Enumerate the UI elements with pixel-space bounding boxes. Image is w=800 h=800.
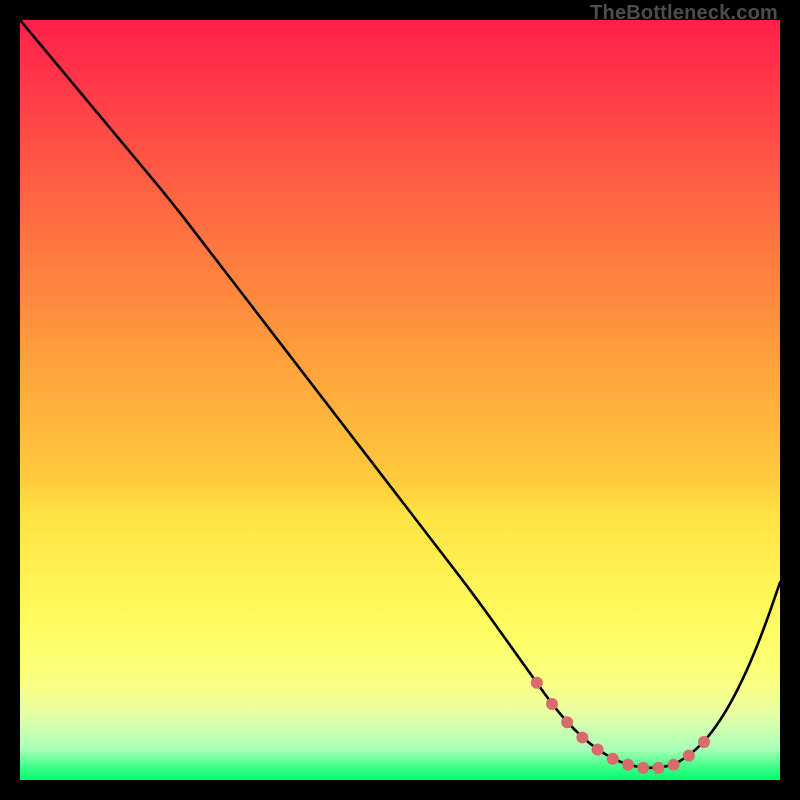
- watermark-text: TheBottleneck.com: [590, 2, 778, 25]
- highlight-dot: [698, 736, 710, 748]
- mask-bottom: [0, 780, 800, 800]
- mask-left: [0, 0, 20, 800]
- highlight-dot: [607, 753, 619, 765]
- highlight-dot: [546, 698, 558, 710]
- mask-right: [780, 0, 800, 800]
- curve-svg: [20, 20, 780, 780]
- highlight-dot: [592, 744, 604, 756]
- highlight-dot: [683, 750, 695, 762]
- highlight-dot: [637, 762, 649, 774]
- highlight-dot: [622, 759, 634, 771]
- highlight-dot: [576, 731, 588, 743]
- plot-area: [20, 20, 780, 780]
- highlight-dot: [561, 716, 573, 728]
- highlight-dot: [652, 762, 664, 774]
- highlight-dot: [531, 677, 543, 689]
- highlight-dot: [668, 759, 680, 771]
- chart-stage: TheBottleneck.com: [0, 0, 800, 800]
- bottleneck-curve: [20, 20, 780, 768]
